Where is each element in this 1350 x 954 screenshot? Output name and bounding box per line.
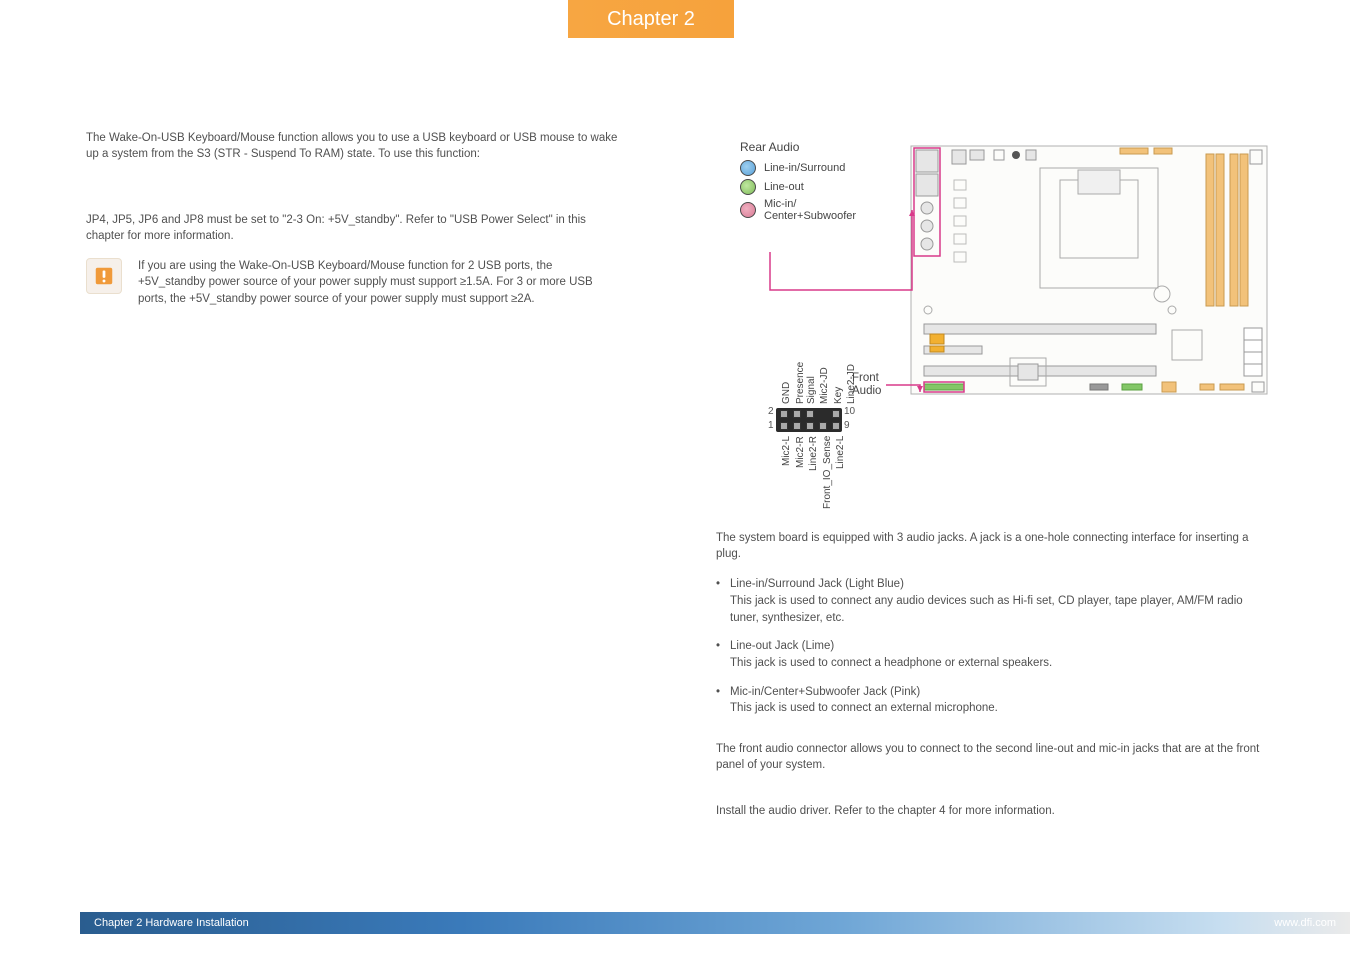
pin-label: Line2-R (808, 436, 819, 514)
jack-description-list: • Line-in/Surround Jack (Light Blue) Thi… (716, 576, 1268, 717)
jack-circle-blue (740, 160, 756, 176)
pin-number: 9 (844, 420, 850, 431)
driver-install-text: Install the audio driver. Refer to the c… (716, 803, 1268, 819)
jack-line-in: Line-in/Surround (740, 160, 856, 176)
jack-mic-in: Mic-in/ Center+Subwoofer (740, 198, 856, 222)
jack-desc: This jack is used to connect an external… (730, 700, 998, 717)
jack-label: Line-in/Surround (764, 162, 845, 174)
board-diagram: Rear Audio Line-in/Surround Line-out Mic… (716, 140, 1268, 500)
front-audio-desc: The front audio connector allows you to … (716, 741, 1268, 773)
pin-label: Presence Signal (795, 342, 817, 404)
bullet-icon: • (716, 684, 720, 717)
rear-audio-legend: Rear Audio Line-in/Surround Line-out Mic… (740, 140, 856, 225)
jack-title: Line-in/Surround Jack (Light Blue) (730, 576, 1268, 593)
footer-left-text: Chapter 2 Hardware Installation (94, 917, 249, 929)
motherboard-schematic (910, 140, 1268, 400)
jack-label: Line-out (764, 181, 804, 193)
jack-desc: This jack is used to connect a headphone… (730, 655, 1052, 672)
chapter-tab: Chapter 2 (568, 0, 734, 38)
jack-line-out: Line-out (740, 179, 856, 195)
jack-label: Mic-in/ Center+Subwoofer (764, 198, 856, 222)
front-audio-label: Front Audio (852, 372, 881, 397)
jack-desc: This jack is used to connect any audio d… (730, 593, 1268, 626)
footer-right-text: www.dfi.com (1274, 917, 1336, 929)
pin-label: Key (833, 342, 844, 404)
right-column: Rear Audio Line-in/Surround Line-out Mic… (716, 140, 1268, 833)
note-box: If you are using the Wake-On-USB Keyboar… (86, 258, 622, 306)
audio-jacks-intro: The system board is equipped with 3 audi… (716, 530, 1268, 562)
jack-title: Mic-in/Center+Subwoofer Jack (Pink) (730, 684, 998, 701)
left-column: The Wake-On-USB Keyboard/Mouse function … (86, 130, 622, 307)
bullet-icon: • (716, 576, 720, 626)
important-icon (86, 258, 122, 294)
footer-bar: Chapter 2 Hardware Installation www.dfi.… (80, 912, 1350, 934)
wake-on-usb-intro: The Wake-On-USB Keyboard/Mouse function … (86, 130, 622, 162)
jumper-setting-text: JP4, JP5, JP6 and JP8 must be set to "2-… (86, 212, 622, 244)
pin-label: Front_IO_Sense (822, 436, 833, 514)
list-item: • Line-out Jack (Lime) This jack is used… (716, 638, 1268, 671)
bullet-icon: • (716, 638, 720, 671)
pin-label: Mic2-JD (819, 342, 830, 404)
jack-circle-pink (740, 202, 756, 218)
pin-number: 10 (844, 406, 855, 417)
jack-circle-lime (740, 179, 756, 195)
pin-label: GND (781, 342, 792, 404)
list-item: • Line-in/Surround Jack (Light Blue) Thi… (716, 576, 1268, 626)
pin-label: Mic2-L (781, 436, 792, 514)
pin-number: 2 (768, 406, 774, 417)
rear-audio-title: Rear Audio (740, 140, 856, 154)
note-text: If you are using the Wake-On-USB Keyboar… (138, 258, 622, 306)
pin-label: Mic2-R (795, 436, 806, 514)
pin-label: Line2-L (835, 436, 846, 514)
jack-title: Line-out Jack (Lime) (730, 638, 1052, 655)
pin-number: 1 (768, 420, 774, 431)
list-item: • Mic-in/Center+Subwoofer Jack (Pink) Th… (716, 684, 1268, 717)
